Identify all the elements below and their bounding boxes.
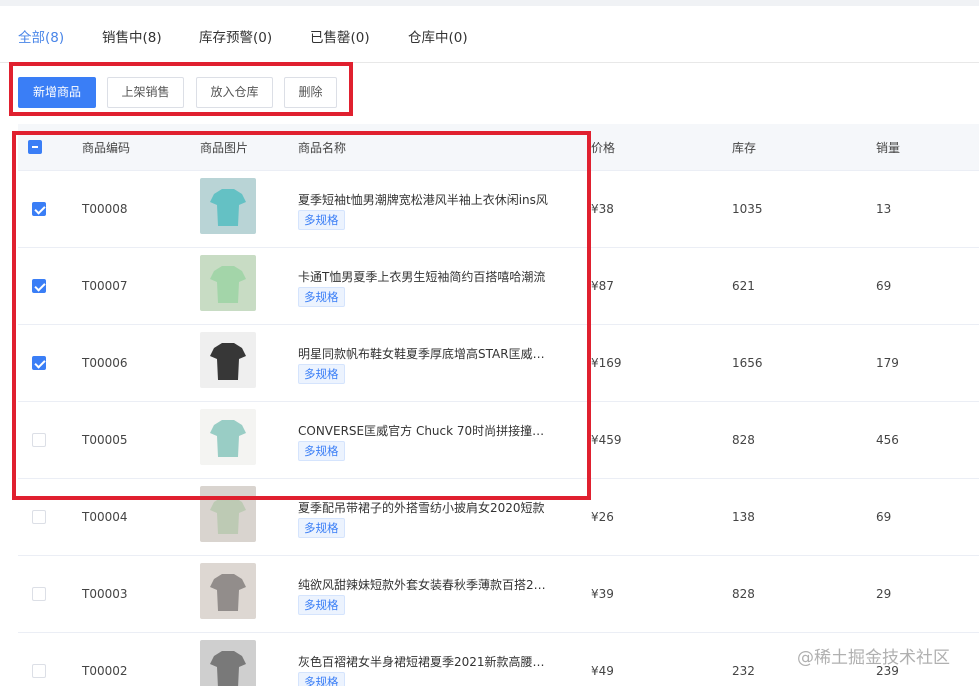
product-image[interactable] bbox=[200, 332, 256, 388]
cardigan-photo bbox=[200, 486, 256, 542]
row-checkbox[interactable] bbox=[32, 356, 46, 370]
row-checkbox[interactable] bbox=[32, 587, 46, 601]
product-sales: 13 bbox=[876, 202, 892, 216]
product-sales: 69 bbox=[876, 510, 892, 524]
product-name[interactable]: 明星同款帆布鞋女鞋夏季厚底增高STAR匡威1970s bbox=[298, 345, 548, 362]
product-price: ¥87 bbox=[591, 279, 614, 293]
product-stock: 828 bbox=[732, 587, 755, 601]
product-image[interactable] bbox=[200, 486, 256, 542]
table-row[interactable]: T00004 夏季配吊带裙子的外搭雪纺小披肩女2020短款 多规格 ¥26 138 69 bbox=[18, 479, 979, 556]
add-product-button[interactable]: 新增商品 bbox=[18, 77, 96, 108]
product-stock: 138 bbox=[732, 510, 755, 524]
product-code: T00005 bbox=[82, 433, 128, 447]
delete-button[interactable]: 删除 bbox=[284, 77, 337, 108]
multi-spec-tag: 多规格 bbox=[298, 441, 345, 461]
product-name[interactable]: 夏季配吊带裙子的外搭雪纺小披肩女2020短款 bbox=[298, 499, 548, 516]
product-stock: 1656 bbox=[732, 356, 763, 370]
status-tabs: 全部(8) 销售中(8) 库存预警(0) 已售罄(0) 仓库中(0) bbox=[0, 6, 979, 63]
product-code: T00008 bbox=[82, 202, 128, 216]
product-name[interactable]: 夏季短袖t恤男潮牌宽松港风半袖上衣休闲ins风 bbox=[298, 191, 548, 208]
product-image[interactable] bbox=[200, 255, 256, 311]
product-stock: 828 bbox=[732, 433, 755, 447]
multi-spec-tag: 多规格 bbox=[298, 595, 345, 615]
row-checkbox[interactable] bbox=[32, 279, 46, 293]
product-sales: 179 bbox=[876, 356, 899, 370]
tab-all[interactable]: 全部(8) bbox=[18, 26, 64, 46]
product-stock: 621 bbox=[732, 279, 755, 293]
product-price: ¥39 bbox=[591, 587, 614, 601]
table-row[interactable]: T00007 卡通T恤男夏季上衣男生短袖简约百搭嘻哈潮流 多规格 ¥87 621 69 bbox=[18, 248, 979, 325]
green-tshirt-photo bbox=[200, 255, 256, 311]
teal-tshirt-photo bbox=[200, 178, 256, 234]
tab-in-warehouse[interactable]: 仓库中(0) bbox=[408, 26, 468, 46]
jacket-photo bbox=[200, 563, 256, 619]
table-header: 商品编码 商品图片 商品名称 价格 库存 销量 bbox=[18, 124, 979, 171]
tab-on-sale[interactable]: 销售中(8) bbox=[102, 26, 162, 46]
product-code: T00002 bbox=[82, 664, 128, 678]
product-image[interactable] bbox=[200, 178, 256, 234]
pleated-skirt-photo bbox=[200, 640, 256, 686]
product-sales: 456 bbox=[876, 433, 899, 447]
product-price: ¥49 bbox=[591, 664, 614, 678]
tab-stock-warning[interactable]: 库存预警(0) bbox=[199, 26, 272, 46]
product-stock: 1035 bbox=[732, 202, 763, 216]
move-to-warehouse-button[interactable]: 放入仓库 bbox=[196, 77, 273, 108]
table-row[interactable]: T00005 CONVERSE匡威官方 Chuck 70时尚拼接撞色高帮 多规格 ¥4… bbox=[18, 402, 979, 479]
tab-sold-out[interactable]: 已售罄(0) bbox=[310, 26, 370, 46]
column-header-sales: 销量 bbox=[876, 141, 901, 155]
product-price: ¥459 bbox=[591, 433, 622, 447]
column-header-image: 商品图片 bbox=[200, 141, 249, 155]
table-row[interactable]: T00003 纯欲风甜辣妹短款外套女装春秋季薄款百搭2021 多规格 ¥39 828 29 bbox=[18, 556, 979, 633]
column-header-stock: 库存 bbox=[732, 141, 757, 155]
product-code: T00006 bbox=[82, 356, 128, 370]
product-name[interactable]: 卡通T恤男夏季上衣男生短袖简约百搭嘻哈潮流 bbox=[298, 268, 548, 285]
product-code: T00003 bbox=[82, 587, 128, 601]
column-header-price: 价格 bbox=[591, 141, 616, 155]
product-sales: 29 bbox=[876, 587, 892, 601]
product-image[interactable] bbox=[200, 409, 256, 465]
product-name[interactable]: CONVERSE匡威官方 Chuck 70时尚拼接撞色高帮 bbox=[298, 422, 548, 439]
column-header-code: 商品编码 bbox=[82, 141, 131, 155]
mint-sneaker-photo bbox=[200, 409, 256, 465]
product-code: T00007 bbox=[82, 279, 128, 293]
black-sneaker-photo bbox=[200, 332, 256, 388]
multi-spec-tag: 多规格 bbox=[298, 672, 345, 686]
row-checkbox[interactable] bbox=[32, 202, 46, 216]
column-header-name: 商品名称 bbox=[298, 141, 347, 155]
row-checkbox[interactable] bbox=[32, 433, 46, 447]
watermark: @稀土掘金技术社区 bbox=[797, 648, 950, 668]
row-checkbox[interactable] bbox=[32, 510, 46, 524]
product-price: ¥38 bbox=[591, 202, 614, 216]
multi-spec-tag: 多规格 bbox=[298, 287, 345, 307]
product-image[interactable] bbox=[200, 640, 256, 686]
product-price: ¥26 bbox=[591, 510, 614, 524]
select-all-checkbox[interactable] bbox=[28, 140, 42, 154]
multi-spec-tag: 多规格 bbox=[298, 210, 345, 230]
product-code: T00004 bbox=[82, 510, 128, 524]
table-row[interactable]: T00006 明星同款帆布鞋女鞋夏季厚底增高STAR匡威1970s 多规格 ¥169 1… bbox=[18, 325, 979, 402]
product-stock: 232 bbox=[732, 664, 755, 678]
product-price: ¥169 bbox=[591, 356, 622, 370]
multi-spec-tag: 多规格 bbox=[298, 518, 345, 538]
product-name[interactable]: 灰色百褶裙女半身裙短裙夏季2021新款高腰显瘦 bbox=[298, 653, 548, 670]
product-name[interactable]: 纯欲风甜辣妹短款外套女装春秋季薄款百搭2021 bbox=[298, 576, 548, 593]
product-sales: 69 bbox=[876, 279, 892, 293]
row-checkbox[interactable] bbox=[32, 664, 46, 678]
table-row[interactable]: T00008 夏季短袖t恤男潮牌宽松港风半袖上衣休闲ins风 多规格 ¥38 1035 1… bbox=[18, 171, 979, 248]
list-for-sale-button[interactable]: 上架销售 bbox=[107, 77, 184, 108]
product-image[interactable] bbox=[200, 563, 256, 619]
multi-spec-tag: 多规格 bbox=[298, 364, 345, 384]
